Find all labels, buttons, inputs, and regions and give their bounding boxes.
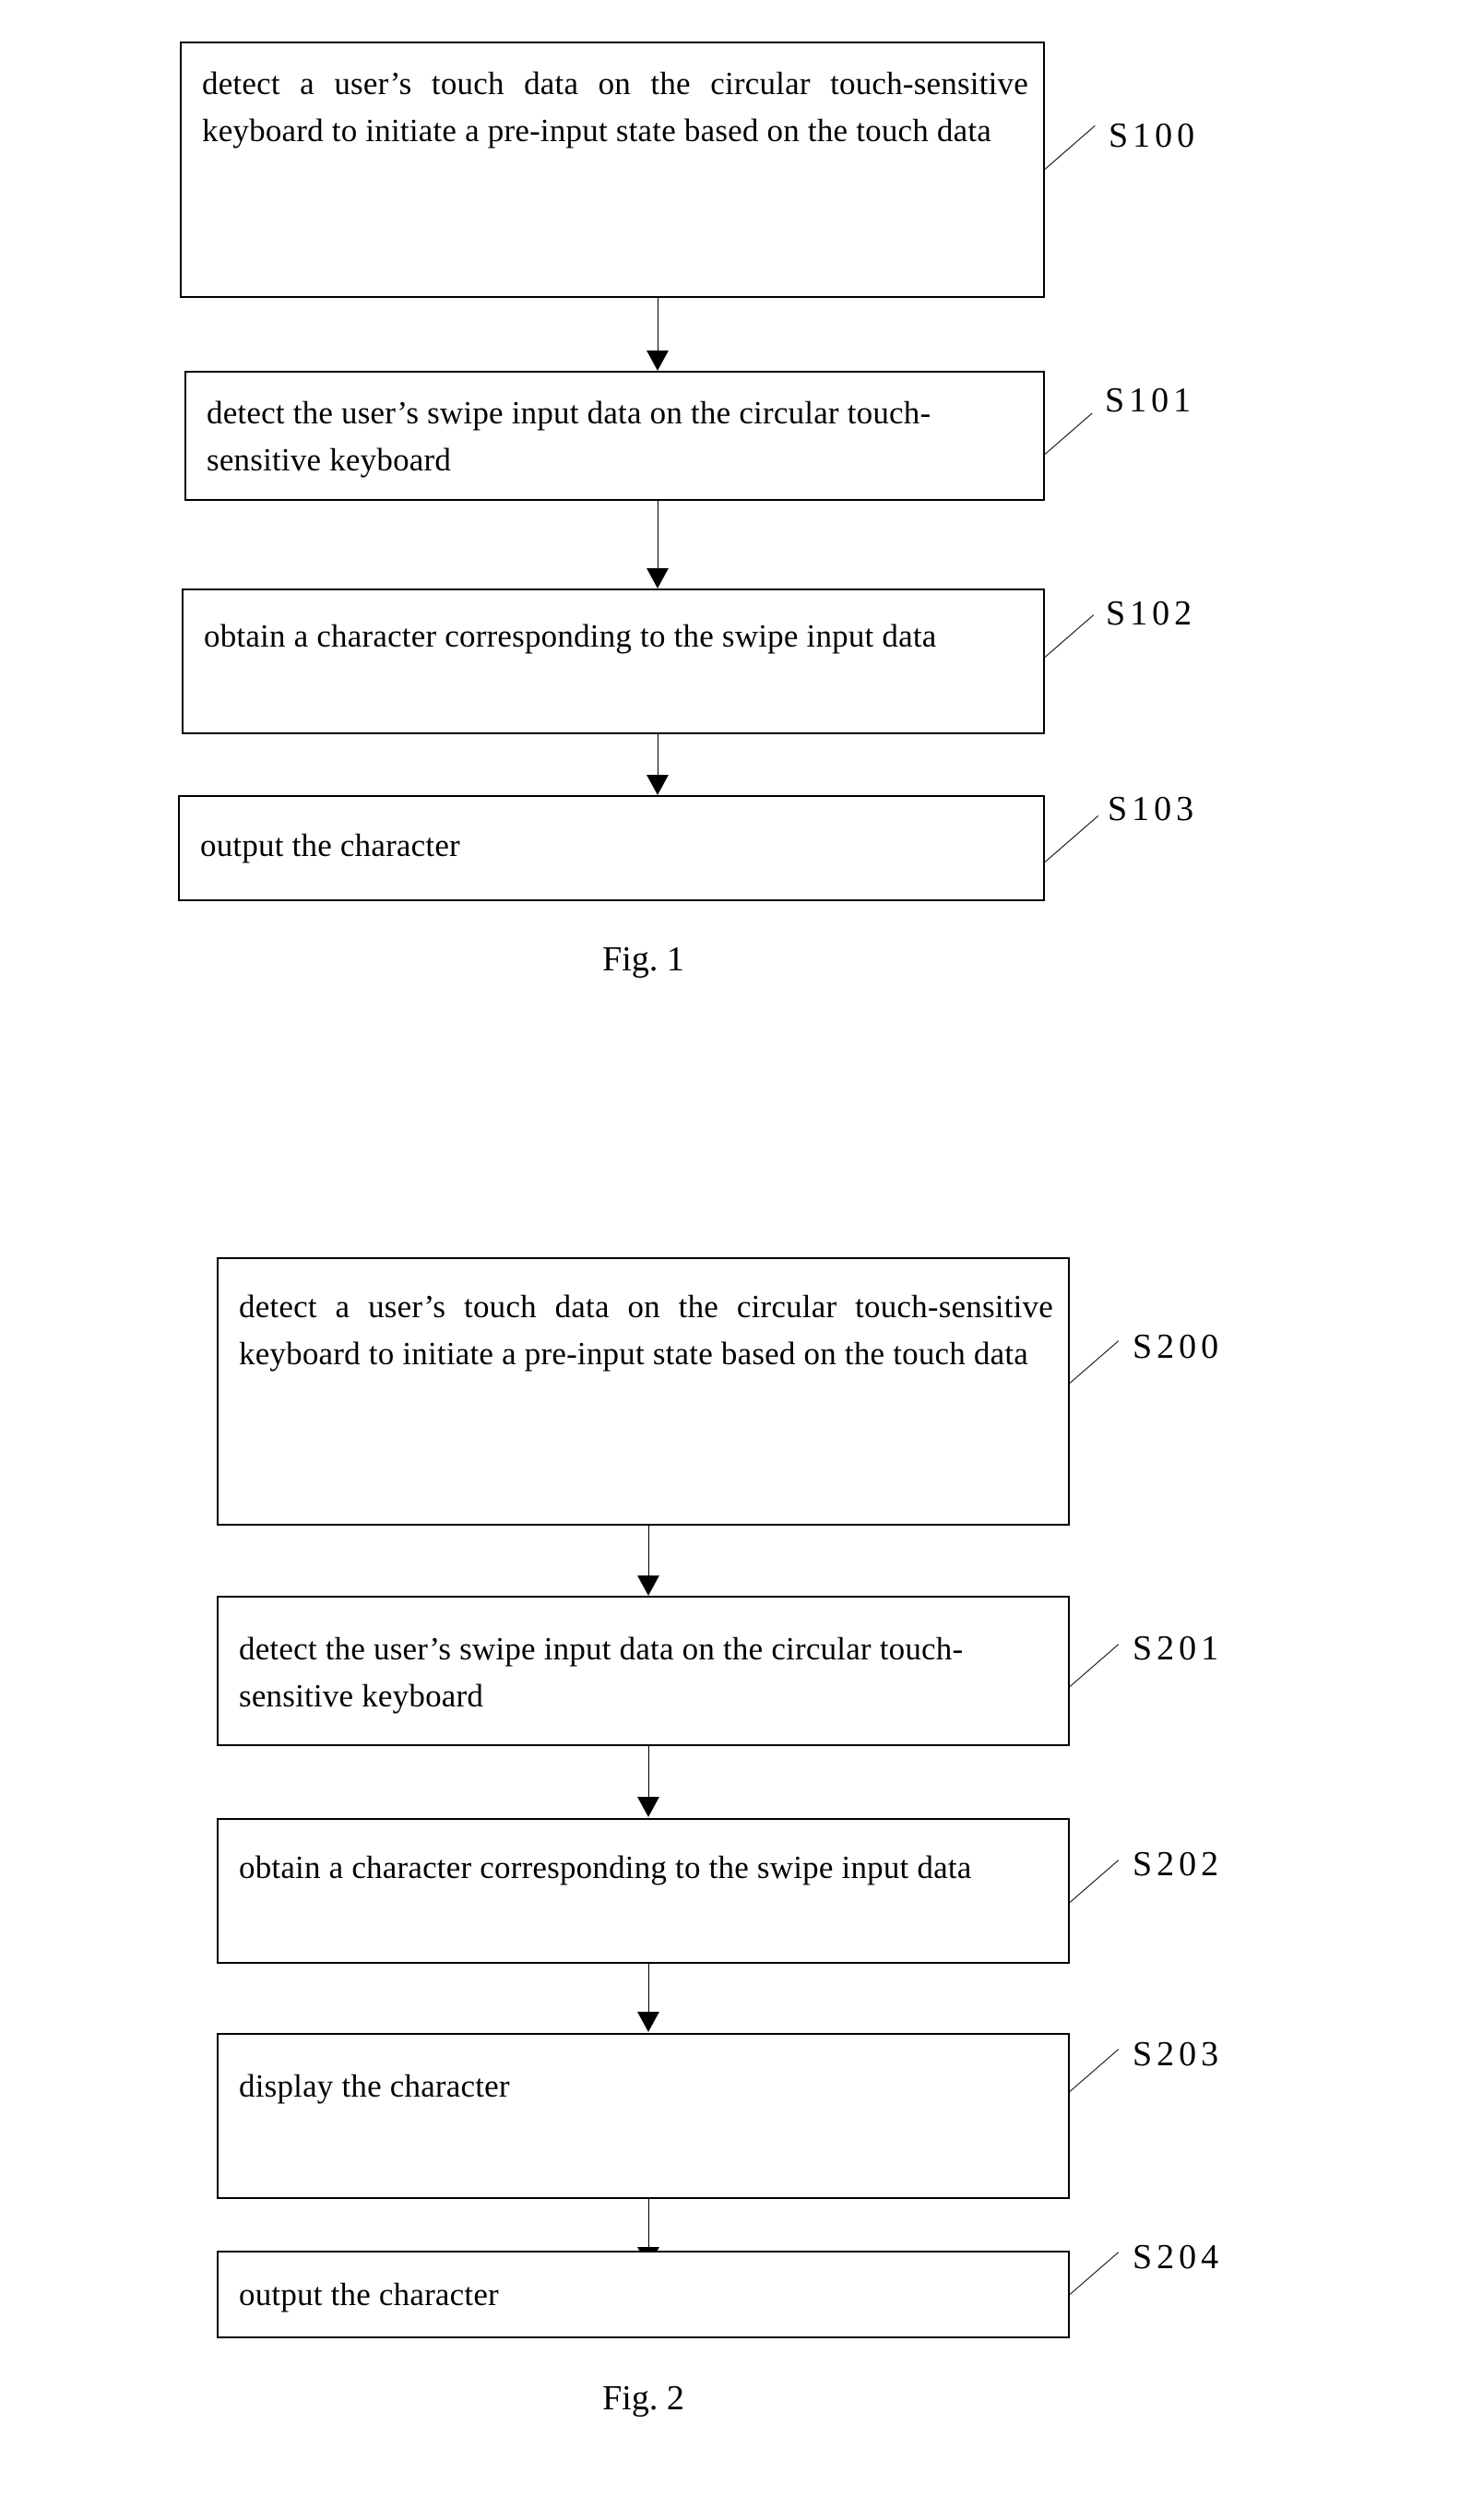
flow-arrow-s203-s204 — [637, 2199, 659, 2267]
process-box-s202-label: obtain a character corresponding to the … — [239, 1849, 972, 1885]
leader-line-s103 — [1043, 814, 1099, 863]
leader-line-s203 — [1069, 2049, 1120, 2092]
process-box-s101: detect the user’s swipe input data on th… — [184, 371, 1045, 501]
process-box-s200: detect a user’s touch data on the circul… — [217, 1257, 1070, 1526]
leader-line-s202 — [1069, 1860, 1120, 1903]
flow-arrow-s200-s201 — [637, 1526, 659, 1596]
step-ref-s204: S204 — [1133, 2238, 1224, 2276]
leader-line-s204 — [1069, 2252, 1120, 2295]
process-box-s102-label: obtain a character corresponding to the … — [204, 618, 937, 654]
step-ref-s200: S200 — [1133, 1327, 1224, 1366]
flow-arrow-s201-s202 — [637, 1746, 659, 1817]
process-box-s100: detect a user’s touch data on the circul… — [180, 42, 1045, 298]
process-box-s103: output the character — [178, 795, 1045, 901]
process-box-s102: obtain a character corresponding to the … — [182, 588, 1045, 734]
step-ref-s103: S103 — [1108, 790, 1199, 828]
step-ref-s202: S202 — [1133, 1845, 1224, 1884]
process-box-s201: detect the user’s swipe input data on th… — [217, 1596, 1070, 1746]
figure-1-caption: Fig. 1 — [602, 940, 684, 979]
step-ref-s102: S102 — [1106, 594, 1197, 633]
process-box-s201-label: detect the user’s swipe input data on th… — [239, 1631, 964, 1714]
step-ref-s203: S203 — [1133, 2035, 1224, 2074]
process-box-s100-label: detect a user’s touch data on the circul… — [202, 65, 1028, 149]
process-box-s200-label: detect a user’s touch data on the circul… — [239, 1289, 1053, 1372]
process-box-s204-label: output the character — [239, 2276, 499, 2312]
step-ref-s100: S100 — [1109, 116, 1200, 155]
leader-line-s201 — [1069, 1644, 1120, 1687]
leader-line-s102 — [1044, 614, 1095, 658]
process-box-s202: obtain a character corresponding to the … — [217, 1818, 1070, 1964]
process-box-s101-label: detect the user’s swipe input data on th… — [207, 395, 931, 478]
process-box-s203-label: display the character — [239, 2068, 510, 2104]
process-box-s103-label: output the character — [200, 827, 460, 863]
step-ref-s201: S201 — [1133, 1629, 1224, 1668]
leader-line-s101 — [1044, 412, 1093, 455]
figure-2-caption: Fig. 2 — [602, 2379, 684, 2418]
step-ref-s101: S101 — [1105, 381, 1196, 420]
leader-line-s200 — [1069, 1340, 1120, 1384]
process-box-s204: output the character — [217, 2251, 1070, 2338]
flow-arrow-s202-s203 — [637, 1964, 659, 2032]
leader-line-s100 — [1044, 125, 1096, 170]
process-box-s203: display the character — [217, 2033, 1070, 2199]
